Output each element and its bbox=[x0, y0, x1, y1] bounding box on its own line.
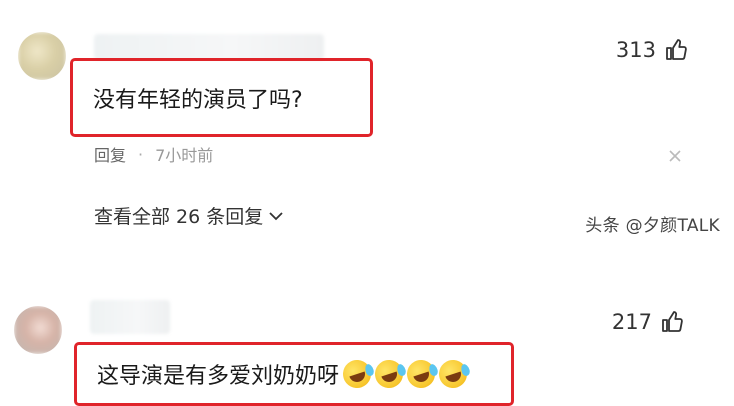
timestamp: 7小时前 bbox=[155, 146, 214, 165]
thumbs-up-icon bbox=[662, 311, 683, 332]
meta-separator: · bbox=[138, 144, 144, 164]
view-replies-button[interactable]: 查看全部 26 条回复 bbox=[94, 202, 283, 229]
like-count: 313 bbox=[615, 38, 656, 62]
emoji-row bbox=[339, 356, 471, 392]
avatar[interactable] bbox=[14, 306, 62, 354]
avatar[interactable] bbox=[18, 32, 66, 80]
comment-text-highlight: 这导演是有多爱刘奶奶呀 bbox=[74, 342, 514, 406]
view-replies-label: 查看全部 26 条回复 bbox=[94, 206, 264, 228]
thumbs-up-icon bbox=[666, 39, 687, 60]
like-count: 217 bbox=[611, 310, 652, 334]
comment-item: 217 这导演是有多爱刘奶奶呀 bbox=[0, 262, 734, 406]
laughing-crying-emoji-icon bbox=[339, 356, 375, 392]
chevron-down-icon bbox=[269, 211, 283, 220]
username-blurred[interactable] bbox=[90, 300, 170, 334]
like-button[interactable]: 217 bbox=[612, 310, 684, 334]
username-blurred[interactable] bbox=[94, 34, 324, 60]
comment-divider bbox=[0, 245, 734, 262]
comment-text-highlight: 没有年轻的演员了吗? bbox=[70, 58, 373, 137]
laughing-crying-emoji-icon bbox=[435, 356, 471, 392]
like-button[interactable]: 313 bbox=[616, 38, 688, 62]
laughing-crying-emoji-icon bbox=[403, 356, 439, 392]
comment-text: 这导演是有多爱刘奶奶呀 bbox=[97, 364, 340, 389]
comment-text: 没有年轻的演员了吗? bbox=[93, 87, 303, 113]
reply-button[interactable]: 回复 bbox=[94, 142, 126, 166]
comment-item: 313 没有年轻的演员了吗? 回复 · 7小时前 查看全部 26 条回复 头条 … bbox=[0, 0, 734, 245]
watermark: 头条 @夕颜TALK bbox=[585, 216, 720, 236]
close-icon[interactable] bbox=[668, 149, 682, 163]
laughing-crying-emoji-icon bbox=[371, 356, 407, 392]
comment-meta: 回复 · 7小时前 bbox=[94, 142, 213, 166]
